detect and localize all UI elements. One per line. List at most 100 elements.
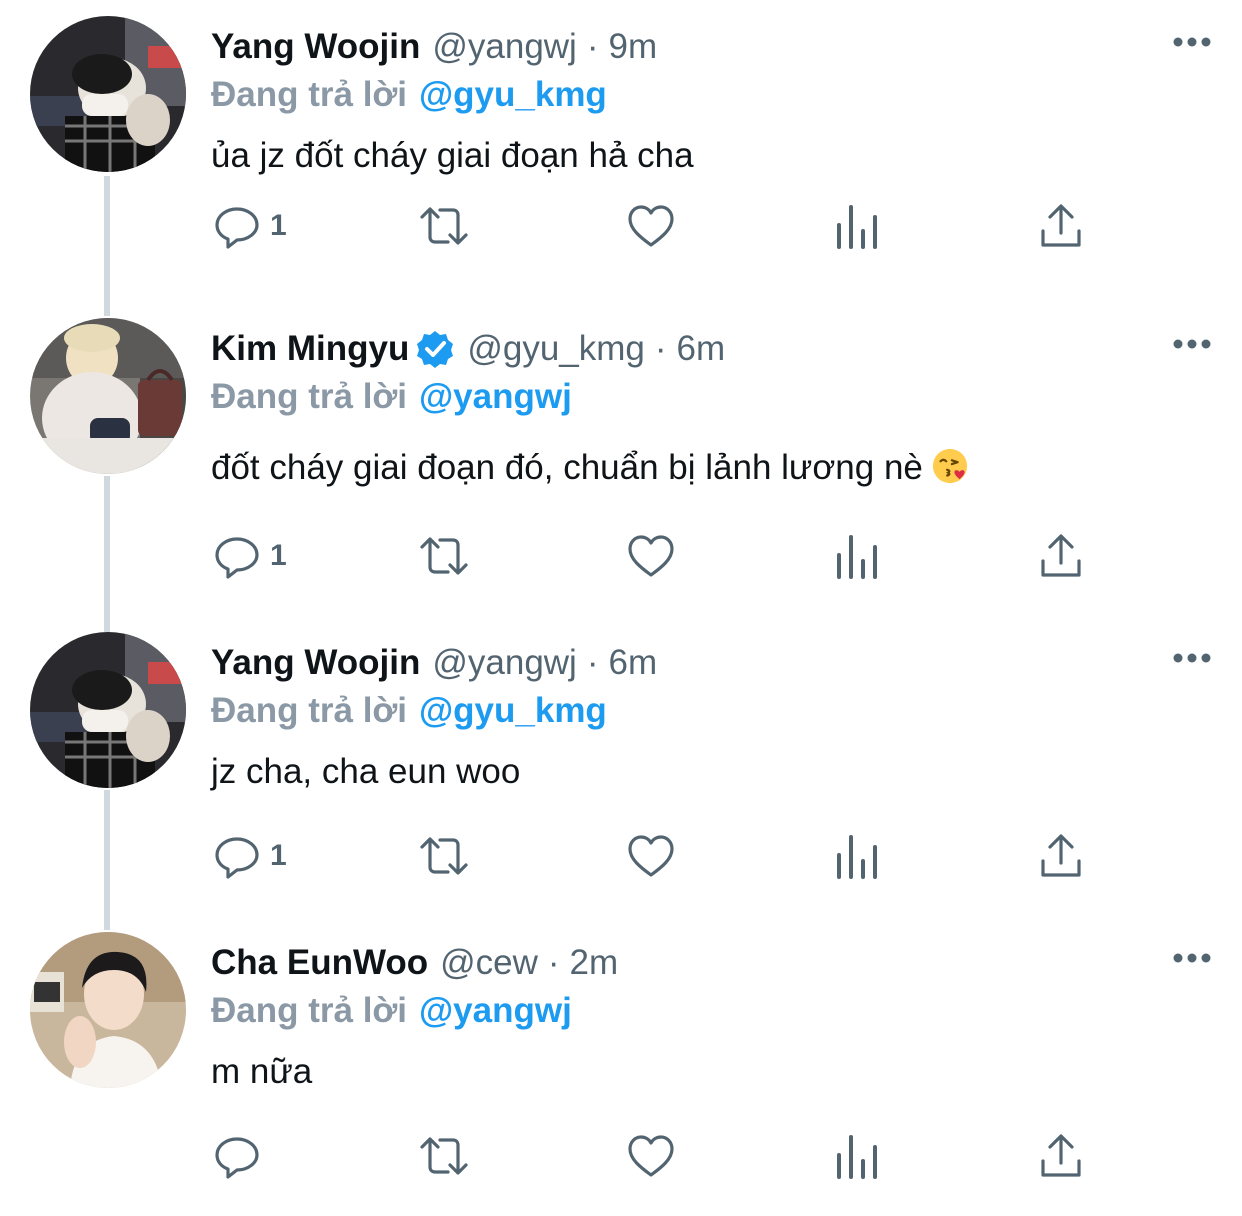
display-name[interactable]: Cha EunWoo bbox=[211, 943, 428, 983]
reply-button[interactable]: 1 bbox=[212, 828, 287, 884]
timestamp[interactable]: 6m bbox=[609, 643, 658, 683]
tweet[interactable]: Yang Woojin @yangwj · 9m Đang trả lời @g… bbox=[0, 0, 1242, 300]
timestamp[interactable]: 6m bbox=[677, 329, 726, 369]
views-button[interactable] bbox=[832, 198, 882, 254]
tweet-header: Kim Mingyu @gyu_kmg · 6m bbox=[211, 324, 725, 374]
analytics-icon bbox=[837, 205, 877, 249]
retweet-button[interactable] bbox=[416, 528, 472, 584]
views-button[interactable] bbox=[832, 528, 882, 584]
views-button[interactable] bbox=[832, 1128, 882, 1184]
verified-badge-icon bbox=[417, 331, 454, 368]
separator: · bbox=[547, 943, 560, 982]
user-handle[interactable]: @gyu_kmg bbox=[467, 329, 645, 369]
retweet-icon bbox=[420, 207, 468, 245]
avatar-kim-mingyu bbox=[30, 318, 186, 474]
tweet-text: ủa jz đốt cháy giai đoạn hả cha bbox=[211, 132, 694, 180]
share-icon bbox=[1041, 1134, 1081, 1177]
tweet-text-content: m nữa bbox=[211, 1052, 313, 1091]
tweet-text: jz cha, cha eun woo bbox=[211, 748, 520, 796]
timestamp[interactable]: 2m bbox=[570, 943, 619, 983]
reply-count: 1 bbox=[270, 209, 287, 242]
replying-to-label: Đang trả lời bbox=[211, 377, 408, 416]
more-dots-icon[interactable] bbox=[1172, 646, 1212, 670]
avatar-yang-woojin bbox=[30, 632, 186, 788]
reply-icon bbox=[215, 837, 259, 879]
tweet-header: Yang Woojin @yangwj · 6m bbox=[211, 638, 657, 688]
heart-icon bbox=[628, 205, 674, 247]
avatar[interactable] bbox=[30, 932, 186, 1088]
like-button[interactable] bbox=[626, 828, 676, 884]
retweet-button[interactable] bbox=[416, 1128, 472, 1184]
share-button[interactable] bbox=[1036, 198, 1086, 254]
tweet-actions: 1 bbox=[0, 528, 1242, 584]
reply-button[interactable]: 1 bbox=[212, 528, 287, 584]
avatar-cha-eunwoo bbox=[30, 932, 186, 1088]
like-button[interactable] bbox=[626, 198, 676, 254]
like-button[interactable] bbox=[626, 528, 676, 584]
display-name[interactable]: Yang Woojin bbox=[211, 27, 420, 67]
reply-icon bbox=[215, 207, 259, 249]
reply-button[interactable]: 1 bbox=[212, 198, 287, 254]
replying-to-label: Đang trả lời bbox=[211, 991, 408, 1030]
share-icon bbox=[1041, 834, 1081, 877]
user-handle[interactable]: @yangwj bbox=[432, 643, 576, 683]
tweet-text: đốt cháy giai đoạn đó, chuẩn bị lảnh lươ… bbox=[211, 444, 969, 492]
views-button[interactable] bbox=[832, 828, 882, 884]
replying-to-handle[interactable]: @yangwj bbox=[419, 991, 572, 1031]
avatar[interactable] bbox=[30, 16, 186, 172]
avatar[interactable] bbox=[30, 318, 186, 474]
tweet-text-content: đốt cháy giai đoạn đó, chuẩn bị lảnh lươ… bbox=[211, 448, 923, 487]
timestamp[interactable]: 9m bbox=[609, 27, 658, 67]
retweet-button[interactable] bbox=[416, 828, 472, 884]
replying-to-label: Đang trả lời bbox=[211, 691, 408, 730]
share-icon bbox=[1041, 204, 1081, 247]
heart-icon bbox=[628, 1135, 674, 1177]
tweet-header: Cha EunWoo @cew · 2m bbox=[211, 938, 618, 988]
replying-to: Đang trả lời @gyu_kmg bbox=[211, 688, 607, 734]
avatar[interactable] bbox=[30, 632, 186, 788]
more-dots-icon[interactable] bbox=[1172, 946, 1212, 970]
reply-count: 1 bbox=[270, 539, 287, 572]
tweet-header: Yang Woojin @yangwj · 9m bbox=[211, 22, 657, 72]
retweet-icon bbox=[420, 537, 468, 575]
display-name[interactable]: Yang Woojin bbox=[211, 643, 420, 683]
separator: · bbox=[654, 329, 667, 368]
display-name[interactable]: Kim Mingyu bbox=[211, 329, 409, 369]
user-handle[interactable]: @yangwj bbox=[432, 27, 576, 67]
reply-button[interactable] bbox=[212, 1128, 270, 1184]
retweet-button[interactable] bbox=[416, 198, 472, 254]
share-button[interactable] bbox=[1036, 828, 1086, 884]
share-button[interactable] bbox=[1036, 1128, 1086, 1184]
more-dots-icon[interactable] bbox=[1172, 30, 1212, 54]
analytics-icon bbox=[837, 835, 877, 879]
replying-to-handle[interactable]: @yangwj bbox=[419, 377, 572, 417]
tweet-actions: 1 bbox=[0, 198, 1242, 254]
tweet-actions bbox=[0, 1128, 1242, 1184]
reply-count: 1 bbox=[270, 839, 287, 872]
replying-to-handle[interactable]: @gyu_kmg bbox=[419, 691, 607, 731]
replying-to-handle[interactable]: @gyu_kmg bbox=[419, 75, 607, 115]
retweet-icon bbox=[420, 1137, 468, 1175]
user-handle[interactable]: @cew bbox=[440, 943, 538, 983]
share-button[interactable] bbox=[1036, 528, 1086, 584]
more-dots-icon[interactable] bbox=[1172, 332, 1212, 356]
replying-to: Đang trả lời @yangwj bbox=[211, 374, 572, 420]
analytics-icon bbox=[837, 535, 877, 579]
like-button[interactable] bbox=[626, 1128, 676, 1184]
tweet[interactable]: Cha EunWoo @cew · 2m Đang trả lời @yangw… bbox=[0, 916, 1242, 1216]
face-blowing-a-kiss-icon bbox=[932, 448, 968, 484]
heart-icon bbox=[628, 835, 674, 877]
reply-icon bbox=[215, 1137, 259, 1179]
tweet-text-content: jz cha, cha eun woo bbox=[211, 752, 521, 791]
heart-icon bbox=[628, 535, 674, 577]
avatar-yang-woojin bbox=[30, 16, 186, 172]
analytics-icon bbox=[837, 1135, 877, 1179]
replying-to: Đang trả lời @gyu_kmg bbox=[211, 72, 607, 118]
retweet-icon bbox=[420, 837, 468, 875]
tweet-text-content: ủa jz đốt cháy giai đoạn hả cha bbox=[211, 136, 694, 175]
tweet[interactable]: Yang Woojin @yangwj · 6m Đang trả lời @g… bbox=[0, 616, 1242, 916]
tweet-actions: 1 bbox=[0, 828, 1242, 884]
tweet[interactable]: Kim Mingyu @gyu_kmg · 6m Đang trả lời @y… bbox=[0, 302, 1242, 602]
separator: · bbox=[586, 27, 599, 66]
replying-to: Đang trả lời @yangwj bbox=[211, 988, 572, 1034]
